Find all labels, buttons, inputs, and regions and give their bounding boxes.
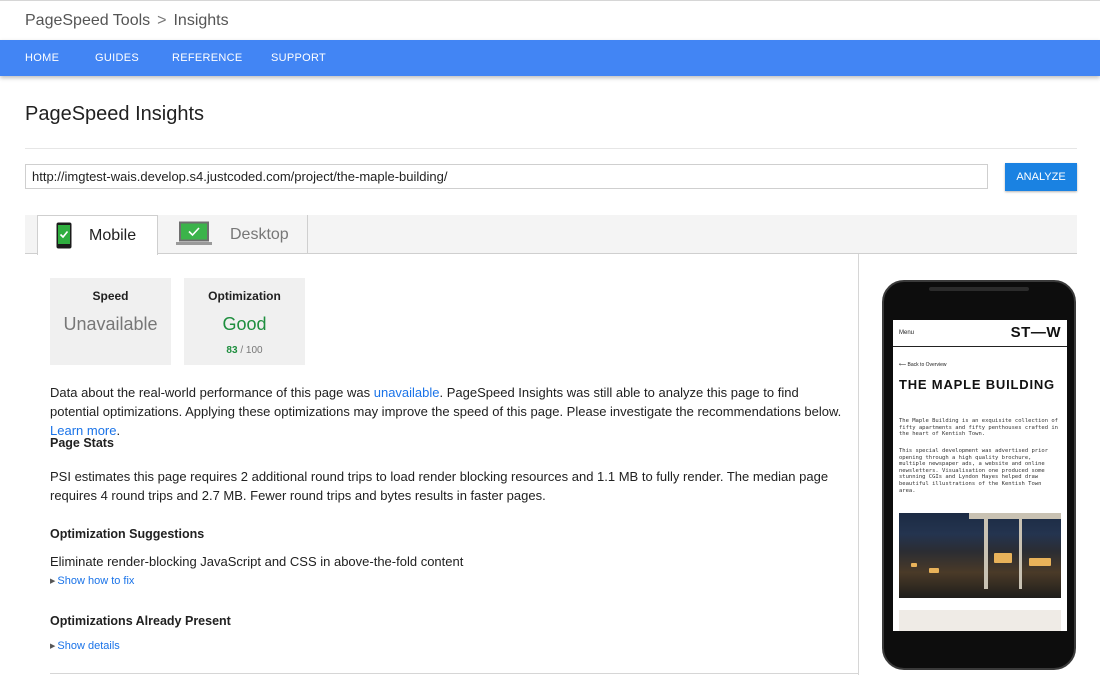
tab-desktop[interactable]: Desktop [158, 215, 308, 254]
speed-card-title: Speed [92, 289, 129, 303]
preview-rule [893, 346, 1067, 347]
mobile-preview-screen: Menu ST—W ⟵ Back to Overview THE MAPLE B… [893, 320, 1067, 631]
show-how-to-fix-link[interactable]: ▶ Show how to fix [50, 575, 134, 587]
bottom-divider [50, 673, 858, 674]
breadcrumb: PageSpeed Tools > Insights [25, 12, 229, 30]
breadcrumb-current: Insights [173, 12, 229, 29]
intro-paragraph: Data about the real-world performance of… [50, 383, 850, 440]
suggestion-item: Eliminate render-blocking JavaScript and… [50, 554, 464, 569]
breadcrumb-root[interactable]: PageSpeed Tools [25, 12, 150, 29]
show-details-link[interactable]: ▶ Show details [50, 640, 120, 652]
panel-divider [858, 254, 859, 675]
preview-next-block [899, 610, 1061, 631]
preview-building-image [899, 513, 1061, 598]
main-nav: HOME GUIDES REFERENCE SUPPORT [0, 40, 1100, 76]
mobile-preview-phone: Menu ST—W ⟵ Back to Overview THE MAPLE B… [882, 280, 1076, 670]
url-input[interactable] [25, 164, 988, 189]
optimization-card-title: Optimization [208, 289, 281, 303]
optimization-score-max: / 100 [240, 345, 263, 356]
top-bar: PageSpeed Tools > Insights [0, 0, 1100, 40]
tab-mobile-label: Mobile [89, 227, 137, 244]
optimization-score-value: 83 [226, 345, 238, 356]
nav-reference[interactable]: REFERENCE [172, 52, 243, 64]
desktop-monitor-check-icon [176, 221, 212, 245]
suggestions-heading: Optimization Suggestions [50, 527, 205, 541]
preview-title: THE MAPLE BUILDING [899, 377, 1055, 392]
phone-speaker [929, 287, 1029, 291]
optimization-card: Optimization Good 83 / 100 [184, 278, 305, 365]
mobile-phone-check-icon [56, 222, 72, 249]
speed-card-value: Unavailable [63, 314, 158, 334]
preview-paragraph-2: This special development was advertised … [899, 448, 1049, 494]
preview-menu: Menu [899, 330, 915, 336]
unavailable-link[interactable]: unavailable [374, 385, 440, 400]
present-heading: Optimizations Already Present [50, 614, 231, 628]
speed-card: Speed Unavailable [50, 278, 171, 365]
optimization-score: 83 / 100 [184, 345, 305, 356]
expand-triangle-icon: ▶ [50, 578, 56, 585]
tab-mobile[interactable]: Mobile [37, 215, 158, 255]
show-how-to-fix-label: Show how to fix [57, 575, 135, 587]
nav-home[interactable]: HOME [25, 52, 59, 64]
intro-text-1: Data about the real-world performance of… [50, 385, 374, 400]
nav-support[interactable]: SUPPORT [271, 52, 326, 64]
page-stats-heading: Page Stats [50, 436, 114, 450]
tab-desktop-label: Desktop [230, 226, 289, 243]
preview-paragraph-1: The Maple Building is an exquisite colle… [899, 418, 1058, 438]
device-tabs: Mobile Desktop [25, 215, 1077, 255]
preview-logo: ST—W [1010, 324, 1061, 341]
show-details-label: Show details [57, 640, 120, 652]
page-title: PageSpeed Insights [25, 103, 205, 125]
preview-back-link: ⟵ Back to Overview [899, 362, 947, 368]
title-divider [25, 148, 1077, 149]
analyze-button[interactable]: ANALYZE [1005, 163, 1077, 191]
intro-text-3: . [116, 423, 121, 438]
page-stats-text: PSI estimates this page requires 2 addit… [50, 469, 829, 503]
breadcrumb-separator-icon: > [157, 12, 167, 29]
expand-triangle-icon: ▶ [50, 643, 56, 650]
optimization-card-value: Good [222, 314, 267, 334]
nav-guides[interactable]: GUIDES [95, 52, 139, 64]
